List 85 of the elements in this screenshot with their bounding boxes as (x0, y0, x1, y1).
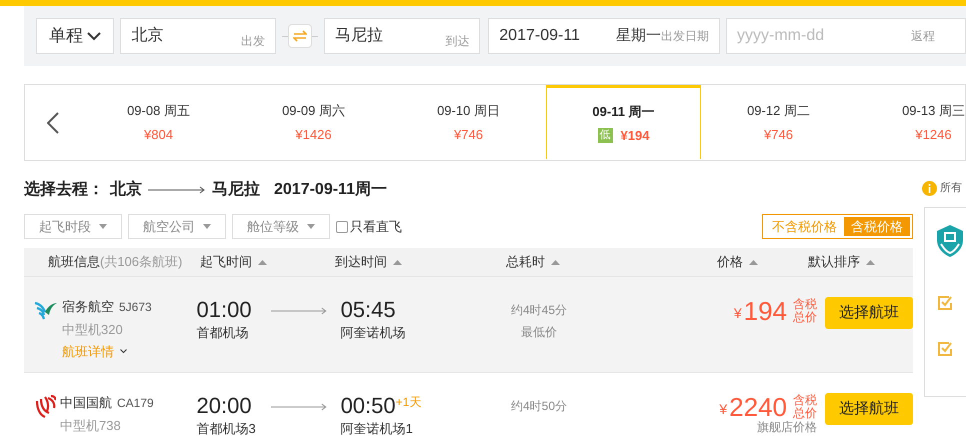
arrival-time: 00:50 (340, 393, 396, 419)
flight-price: 2240 (729, 394, 787, 420)
next-day-label: +1天 (396, 394, 422, 411)
date-tab[interactable]: 09-10 周日 ¥746 (391, 85, 546, 160)
date-tab[interactable]: 09-09 周六 ¥1426 (236, 85, 391, 160)
price-note: 旗舰店价格 (757, 420, 817, 434)
flight-arrow-icon (270, 307, 328, 315)
from-label: 出发 (240, 33, 265, 50)
route-to: 马尼拉 (212, 180, 260, 200)
sort-arrow-icon[interactable] (749, 260, 758, 264)
to-field[interactable]: 马尼拉 到达 (324, 18, 480, 54)
chevron-down-icon (87, 32, 102, 40)
return-date-label: 返程 (911, 28, 935, 45)
flight-duration: 约4时45分 (510, 302, 568, 319)
trip-type-select[interactable]: 单程 (36, 18, 114, 54)
departure-time: 01:00 (196, 297, 253, 323)
column-header[interactable]: 默认排序 (808, 252, 860, 272)
to-value: 马尼拉 (334, 26, 383, 46)
lowest-price-note: 最低价 (520, 324, 557, 341)
caret-down-icon (99, 224, 107, 229)
depart-date-value: 2017-09-11 (499, 26, 580, 46)
direct-only-checkbox[interactable] (336, 220, 348, 232)
sort-arrow-icon[interactable] (393, 260, 402, 264)
airline-logo-icon (34, 395, 56, 419)
airline-name: 中国国航 (60, 394, 112, 412)
lowest-price-badge: 低 (598, 128, 613, 143)
departure-airport: 首都机场 (196, 324, 250, 342)
info-icon (922, 180, 937, 196)
route-label: 选择去程： (24, 180, 104, 200)
currency-symbol: ¥ (719, 400, 728, 419)
column-header: 航班信息(共106条航班) (48, 253, 182, 272)
caret-down-icon (203, 224, 211, 229)
currency-symbol: ¥ (734, 304, 742, 323)
flight-duration: 约4时50分 (510, 398, 568, 415)
select-flight-button[interactable]: 选择航班 (825, 297, 913, 329)
total-price-label: 总价 (793, 310, 817, 324)
depart-date-label: 出发日期 (661, 28, 709, 45)
arrival-time: 05:45 (340, 297, 396, 323)
caret-down-icon (307, 224, 315, 229)
filter-dropdown[interactable]: 起飞时段 (24, 214, 122, 239)
from-value: 北京 (131, 26, 164, 46)
departure-airport: 首都机场3 (196, 420, 257, 437)
tax-included-label: 含税 (793, 298, 817, 310)
column-header[interactable]: 到达时间 (335, 252, 387, 272)
flight-price: 194 (744, 298, 787, 324)
return-date-placeholder: yyyy-mm-dd (737, 26, 824, 46)
depart-date-field[interactable]: 2017-09-11 星期一出发日期 (488, 18, 720, 54)
airline-name: 宿务航空 (62, 298, 114, 316)
depart-weekday: 星期一 (616, 26, 661, 46)
chevron-left-icon (47, 112, 59, 134)
sort-arrow-icon[interactable] (551, 260, 560, 264)
checkbox-tick-icon (938, 342, 952, 356)
column-header[interactable]: 价格 (717, 252, 743, 272)
column-header[interactable]: 起飞时间 (200, 252, 252, 272)
column-header[interactable]: 总耗时 (506, 252, 545, 272)
chevron-down-icon (120, 349, 127, 354)
flight-number: CA179 (117, 395, 154, 412)
aircraft-type: 中型机320 (62, 320, 124, 338)
to-label: 到达 (445, 33, 470, 50)
route-date: 2017-09-11周一 (274, 180, 387, 200)
checkbox-tick-icon (938, 296, 952, 310)
direct-only-label: 只看直飞 (350, 218, 402, 236)
tax-included-label: 含税 (793, 394, 817, 406)
from-field[interactable]: 北京 出发 (120, 18, 276, 54)
filter-dropdown[interactable]: 舱位等级 (232, 214, 330, 239)
route-arrow-icon (148, 186, 206, 194)
swap-button[interactable] (288, 24, 312, 48)
flight-number: 5J673 (119, 299, 152, 316)
date-tab[interactable]: 09-11 周一 低 ¥194 (546, 85, 701, 159)
arrival-airport: 阿奎诺机场 (340, 324, 407, 342)
total-price-label: 总价 (793, 406, 817, 420)
date-tab[interactable]: 09-13 周三 ¥1246 (856, 85, 965, 160)
departure-time: 20:00 (196, 393, 253, 419)
date-tab[interactable]: 09-12 周二 ¥746 (701, 85, 856, 160)
date-tab[interactable]: 09-08 周五 ¥804 (81, 85, 236, 160)
filter-dropdown[interactable]: 航空公司 (128, 214, 226, 239)
sort-arrow-icon[interactable] (258, 260, 267, 264)
aircraft-type: 中型机738 (60, 416, 122, 434)
select-flight-button[interactable]: 选择航班 (825, 393, 913, 425)
route-from: 北京 (110, 179, 142, 200)
sort-arrow-icon[interactable] (866, 260, 875, 264)
flight-arrow-icon (270, 403, 328, 411)
sidebar-info-text: 所有 (940, 181, 962, 196)
swap-arrows-icon (292, 30, 307, 42)
arrival-airport: 阿奎诺机场1 (340, 420, 414, 437)
